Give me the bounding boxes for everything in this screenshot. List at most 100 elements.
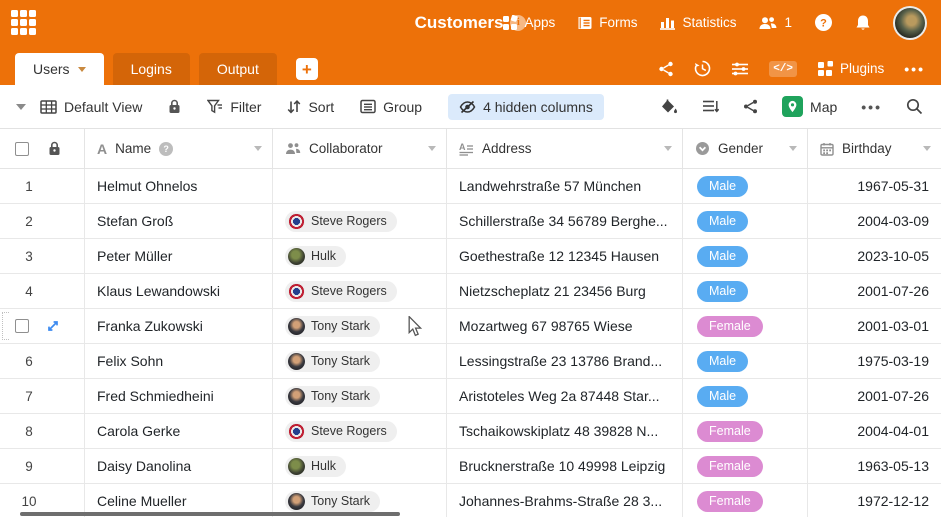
column-header-collaborator[interactable]: Collaborator [273,129,447,168]
table-row[interactable]: 5 Franka Zukowski Tony Stark Mozartweg 6… [0,309,941,344]
collaborator-cell[interactable]: Hulk [273,449,447,483]
main-menu-button[interactable] [0,0,46,45]
gender-cell[interactable]: Female [683,309,808,343]
column-header-gender[interactable]: Gender [683,129,808,168]
address-cell[interactable]: Brucknerstraße 10 49998 Leipzig [447,449,683,483]
nav-statistics[interactable]: Statistics [659,15,736,31]
map-plugin-button[interactable]: Map [782,96,837,117]
row-head-cell[interactable]: 6 [0,344,85,378]
collaborator-cell[interactable] [273,169,447,203]
row-checkbox[interactable] [15,319,29,333]
row-head-cell[interactable]: 8 [0,414,85,448]
gender-cell[interactable]: Male [683,379,808,413]
table-row[interactable]: 4 Klaus Lewandowski Steve Rogers Nietzsc… [0,274,941,309]
birthday-cell[interactable]: 2004-03-09 [808,204,941,238]
table-row[interactable]: 8 Carola Gerke Steve Rogers Tschaikowski… [0,414,941,449]
collaborator-cell[interactable]: Hulk [273,239,447,273]
table-row[interactable]: 2 Stefan Groß Steve Rogers Schillerstraß… [0,204,941,239]
column-header-address[interactable]: A Address [447,129,683,168]
collaborator-cell[interactable]: Steve Rogers [273,204,447,238]
gender-cell[interactable]: Female [683,449,808,483]
birthday-cell[interactable]: 1972-12-12 [808,484,941,517]
address-cell[interactable]: Nietzscheplatz 21 23456 Burg [447,274,683,308]
address-cell[interactable]: Landwehrstraße 57 München [447,169,683,203]
horizontal-scrollbar[interactable] [20,512,400,516]
birthday-cell[interactable]: 2004-04-01 [808,414,941,448]
column-menu-icon[interactable] [789,146,797,151]
row-head-cell[interactable]: 1 [0,169,85,203]
hidden-columns-button[interactable]: 4 hidden columns [448,93,604,120]
fill-color-button[interactable] [660,99,678,115]
gender-cell[interactable]: Female [683,484,808,517]
collaborator-cell[interactable]: Steve Rogers [273,274,447,308]
table-row[interactable]: 6 Felix Sohn Tony Stark Lessingstraße 23… [0,344,941,379]
expand-row-icon[interactable] [46,319,60,333]
help-button[interactable]: ? [814,13,833,32]
search-button[interactable] [906,98,923,115]
name-cell[interactable]: Helmut Ohnelos [85,169,273,203]
address-cell[interactable]: Lessingstraße 23 13786 Brand... [447,344,683,378]
history-button[interactable] [694,60,711,77]
gender-cell[interactable]: Male [683,239,808,273]
column-help-icon[interactable]: ? [159,141,174,156]
birthday-cell[interactable]: 2001-07-26 [808,379,941,413]
share-view-button[interactable] [743,99,758,114]
filter-button[interactable]: Filter [207,99,261,115]
column-menu-icon[interactable] [664,146,672,151]
row-head-cell[interactable]: 3 [0,239,85,273]
address-cell[interactable]: Johannes-Brahms-Straße 28 3... [447,484,683,517]
name-cell[interactable]: Carola Gerke [85,414,273,448]
column-menu-icon[interactable] [428,146,436,151]
gender-cell[interactable]: Male [683,204,808,238]
birthday-cell[interactable]: 2001-03-01 [808,309,941,343]
address-cell[interactable]: Aristoteles Weg 2a 87448 Star... [447,379,683,413]
notifications-button[interactable] [855,14,871,32]
birthday-cell[interactable]: 1975-03-19 [808,344,941,378]
birthday-cell[interactable]: 2023-10-05 [808,239,941,273]
row-head-cell[interactable]: 7 [0,379,85,413]
plugins-button[interactable]: Plugins [817,60,884,77]
chevron-down-icon[interactable] [77,66,86,72]
row-head-cell[interactable]: 5 [0,309,85,343]
table-row[interactable]: 1 Helmut Ohnelos Landwehrstraße 57 Münch… [0,169,941,204]
nav-forms[interactable]: Forms [577,15,637,31]
table-row[interactable]: 9 Daisy Danolina Hulk Brucknerstraße 10 … [0,449,941,484]
table-row[interactable]: 7 Fred Schmiedheini Tony Stark Aristotel… [0,379,941,414]
collaborator-cell[interactable]: Tony Stark [273,344,447,378]
lock-view-button[interactable] [168,99,181,114]
api-code-button[interactable]: </> [769,60,797,77]
name-cell[interactable]: Felix Sohn [85,344,273,378]
user-avatar[interactable] [893,5,927,40]
column-menu-icon[interactable] [923,146,931,151]
column-header-name[interactable]: A Name ? [85,129,273,168]
row-height-button[interactable] [702,99,720,114]
collapse-views-icon[interactable] [16,103,26,110]
name-cell[interactable]: Franka Zukowski [85,309,273,343]
column-header-birthday[interactable]: Birthday [808,129,941,168]
tab-output[interactable]: Output [198,53,277,85]
address-cell[interactable]: Goethestraße 12 12345 Hausen [447,239,683,273]
collaborator-cell[interactable]: Tony Stark [273,379,447,413]
address-cell[interactable]: Schillerstraße 34 56789 Berghe... [447,204,683,238]
name-cell[interactable]: Stefan Groß [85,204,273,238]
gender-cell[interactable]: Male [683,344,808,378]
column-menu-icon[interactable] [254,146,262,151]
more-tools-button[interactable]: ••• [861,99,882,115]
sort-button[interactable]: Sort [287,99,334,115]
view-selector[interactable]: Default View [40,99,142,115]
nav-apps[interactable]: Apps [502,14,555,31]
birthday-cell[interactable]: 1967-05-31 [808,169,941,203]
select-all-checkbox[interactable] [15,141,29,156]
gender-cell[interactable]: Male [683,274,808,308]
tab-users[interactable]: Users [15,53,104,85]
birthday-cell[interactable]: 1963-05-13 [808,449,941,483]
table-row[interactable]: 3 Peter Müller Hulk Goethestraße 12 1234… [0,239,941,274]
group-button[interactable]: Group [360,99,422,115]
more-tabs-button[interactable]: ••• [904,61,925,77]
add-table-button[interactable]: + [295,58,318,80]
share-base-button[interactable] [658,61,674,77]
tab-logins[interactable]: Logins [112,53,190,85]
gender-cell[interactable]: Male [683,169,808,203]
address-cell[interactable]: Tschaikowskiplatz 48 39828 N... [447,414,683,448]
collaborator-cell[interactable]: Steve Rogers [273,414,447,448]
